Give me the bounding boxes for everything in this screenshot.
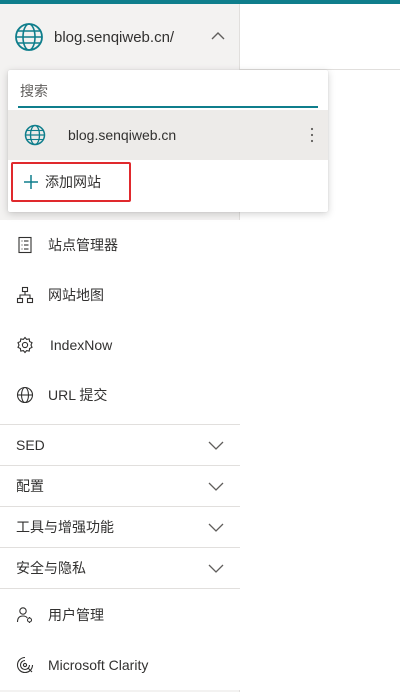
nav-item-label: 站点管理器	[48, 237, 118, 253]
nav-item-label: URL 提交	[48, 387, 108, 403]
nav-section-security[interactable]: 安全与隐私	[0, 547, 240, 588]
more-vertical-icon[interactable]	[310, 126, 314, 144]
nav-section-tools[interactable]: 工具与增强功能	[0, 506, 240, 547]
nav-item-label: IndexNow	[50, 337, 113, 353]
add-site-button[interactable]: 添加网站	[11, 162, 131, 202]
globe-icon	[24, 124, 46, 146]
nav-bottom-group: 用户管理 Microsoft Clarity	[0, 588, 240, 690]
nav-item-sitemap[interactable]: 网站地图	[0, 270, 240, 320]
globe-icon	[15, 23, 43, 51]
site-title: blog.senqiweb.cn/	[54, 28, 175, 46]
nav-section-label: 工具与增强功能	[16, 519, 114, 535]
nav-item-clarity[interactable]: Microsoft Clarity	[0, 640, 240, 690]
nav-menu: 站点管理器 网站地图 IndexNow URL 提交 SED 配置 工具与增强功…	[0, 220, 240, 690]
nav-item-indexnow[interactable]: IndexNow	[0, 320, 240, 370]
nav-item-label: 网站地图	[48, 287, 104, 303]
main-header	[240, 4, 400, 70]
list-icon	[18, 236, 32, 254]
chevron-down-icon	[208, 482, 224, 491]
nav-section-sed[interactable]: SED	[0, 424, 240, 465]
plus-icon	[24, 175, 38, 189]
nav-section-config[interactable]: 配置	[0, 465, 240, 506]
nav-item-site-manager[interactable]: 站点管理器	[0, 220, 240, 270]
chevron-down-icon	[208, 564, 224, 573]
sitemap-icon	[16, 286, 34, 304]
nav-section-label: 配置	[16, 478, 44, 494]
chevron-down-icon	[208, 441, 224, 450]
gear-icon	[17, 336, 33, 354]
clarity-icon	[16, 656, 34, 674]
site-option-label: blog.senqiweb.cn	[68, 127, 177, 143]
nav-item-user-management[interactable]: 用户管理	[0, 590, 240, 640]
add-site-label: 添加网站	[45, 174, 101, 190]
users-icon	[16, 607, 33, 623]
globe-icon	[16, 386, 34, 404]
chevron-down-icon	[208, 523, 224, 532]
site-dropdown: blog.senqiweb.cn 添加网站	[8, 70, 328, 212]
nav-section-label: 安全与隐私	[16, 560, 86, 576]
nav-item-label: 用户管理	[48, 607, 104, 623]
nav-item-url-submit[interactable]: URL 提交	[0, 370, 240, 420]
site-selector[interactable]: blog.senqiweb.cn/	[0, 4, 240, 70]
search-input[interactable]	[18, 76, 318, 108]
site-option[interactable]: blog.senqiweb.cn	[8, 110, 328, 160]
nav-section-label: SED	[16, 437, 45, 453]
chevron-up-icon[interactable]	[210, 28, 226, 44]
nav-item-label: Microsoft Clarity	[48, 657, 149, 673]
